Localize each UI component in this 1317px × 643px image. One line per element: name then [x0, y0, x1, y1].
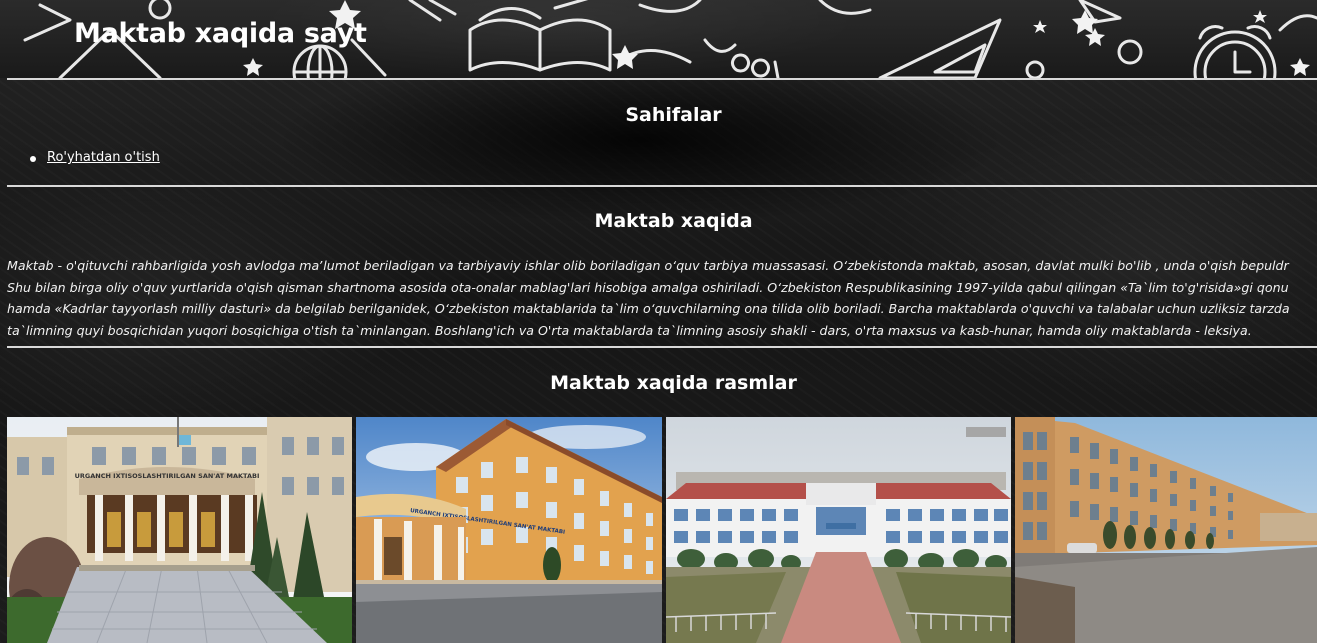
about-line: Shu bilan birga oliy o'quv yurtlarida o'…	[7, 279, 1289, 295]
about-section-title: Maktab xaqida	[594, 210, 753, 232]
about-paragraph: Maktab - o'qituvchi rahbarligida yosh av…	[7, 255, 1317, 339]
watermark-logo	[966, 427, 1006, 437]
star-icon	[1253, 10, 1267, 23]
school-photo[interactable]	[1015, 417, 1317, 643]
book-icon	[468, 0, 612, 72]
star-icon	[1290, 58, 1310, 76]
star-icon	[612, 45, 638, 69]
swirl-doodle	[638, 0, 702, 13]
pages-nav-item: Ro'yhatdan o'tish	[29, 150, 160, 165]
triangle-ruler-icon	[878, 18, 1002, 78]
circle-icon	[148, 0, 172, 20]
about-line: ta`limning quyi bosqichidan yuqori bosqi…	[7, 322, 1252, 338]
about-divider	[7, 346, 1317, 348]
star-icon	[243, 58, 263, 76]
photos-section-title: Maktab xaqida rasmlar	[550, 372, 797, 394]
school-photo[interactable]: URGANCH IXTISOSLASHTIRILGAN SAN'AT MAKTA…	[356, 417, 662, 643]
header-divider	[7, 78, 1317, 80]
circle-icon	[1117, 39, 1143, 65]
pages-section-title: Sahifalar	[625, 104, 722, 126]
about-line: Maktab - o'qituvchi rahbarligida yosh av…	[7, 258, 1289, 273]
pages-nav-list: Ro'yhatdan o'tish	[29, 150, 160, 165]
site-title: Maktab xaqida sayt	[74, 18, 367, 49]
school-sign: URGANCH IXTISOSLASHTIRILGAN SAN'AT MAKTA…	[75, 472, 260, 480]
school-photo[interactable]	[666, 417, 1011, 643]
alarm-clock-icon	[1193, 25, 1277, 78]
school-word-doodle	[703, 38, 780, 78]
about-line: hamda «Kadrlar tayyorlash milliy dasturi…	[7, 301, 1290, 316]
photo-gallery: URGANCH IXTISOSLASHTIRILGAN SAN'AT MAKTA…	[7, 417, 1317, 643]
pages-divider	[7, 185, 1317, 187]
register-link[interactable]: Ro'yhatdan o'tish	[47, 150, 160, 165]
school-photo[interactable]: URGANCH IXTISOSLASHTIRILGAN SAN'AT MAKTA…	[7, 417, 352, 643]
star-icon	[1033, 20, 1047, 33]
site-header: Maktab xaqida sayt	[0, 0, 1317, 78]
